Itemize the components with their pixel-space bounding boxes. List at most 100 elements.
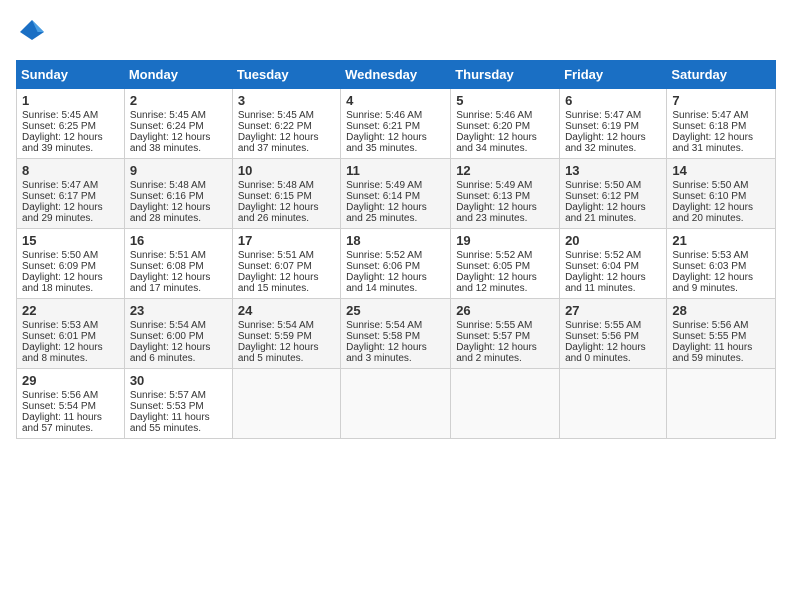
daylight-text: Daylight: 12 hours and 25 minutes.: [346, 202, 427, 224]
day-number: 21: [672, 233, 770, 248]
daylight-text: Daylight: 12 hours and 37 minutes.: [238, 132, 319, 154]
sunrise-text: Sunrise: 5:55 AM: [565, 320, 641, 331]
sunset-text: Sunset: 6:06 PM: [346, 261, 420, 272]
daylight-text: Daylight: 12 hours and 9 minutes.: [672, 272, 753, 294]
calendar-cell: 23Sunrise: 5:54 AMSunset: 6:00 PMDayligh…: [124, 299, 232, 369]
calendar-cell: [451, 369, 560, 439]
sunset-text: Sunset: 6:01 PM: [22, 331, 96, 342]
day-number: 15: [22, 233, 119, 248]
sunset-text: Sunset: 6:20 PM: [456, 121, 530, 132]
sunrise-text: Sunrise: 5:47 AM: [672, 110, 748, 121]
sunrise-text: Sunrise: 5:57 AM: [130, 390, 206, 401]
day-number: 16: [130, 233, 227, 248]
calendar-cell: 11Sunrise: 5:49 AMSunset: 6:14 PMDayligh…: [341, 159, 451, 229]
daylight-text: Daylight: 11 hours and 55 minutes.: [130, 412, 210, 434]
calendar-cell: 5Sunrise: 5:46 AMSunset: 6:20 PMDaylight…: [451, 89, 560, 159]
day-number: 3: [238, 93, 335, 108]
sunset-text: Sunset: 5:53 PM: [130, 401, 204, 412]
day-number: 25: [346, 303, 445, 318]
sunrise-text: Sunrise: 5:50 AM: [565, 180, 641, 191]
calendar-header-monday: Monday: [124, 61, 232, 89]
sunrise-text: Sunrise: 5:52 AM: [565, 250, 641, 261]
day-number: 10: [238, 163, 335, 178]
calendar-cell: 24Sunrise: 5:54 AMSunset: 5:59 PMDayligh…: [232, 299, 340, 369]
sunrise-text: Sunrise: 5:50 AM: [672, 180, 748, 191]
sunrise-text: Sunrise: 5:55 AM: [456, 320, 532, 331]
daylight-text: Daylight: 12 hours and 14 minutes.: [346, 272, 427, 294]
sunrise-text: Sunrise: 5:52 AM: [346, 250, 422, 261]
day-number: 18: [346, 233, 445, 248]
calendar-cell: [232, 369, 340, 439]
day-number: 26: [456, 303, 554, 318]
calendar-cell: 27 Sunrise: 5:55 AMSunset: 5:56 PMDayligh…: [560, 299, 667, 369]
calendar-table: SundayMondayTuesdayWednesdayThursdayFrid…: [16, 60, 776, 439]
sunrise-text: Sunrise: 5:56 AM: [672, 320, 748, 331]
daylight-text: Daylight: 12 hours and 5 minutes.: [238, 342, 319, 364]
sunset-text: Sunset: 6:03 PM: [672, 261, 746, 272]
daylight-text: Daylight: 12 hours and 23 minutes.: [456, 202, 537, 224]
sunset-text: Sunset: 5:55 PM: [672, 331, 746, 342]
day-number: 6: [565, 93, 661, 108]
sunset-text: Sunset: 6:15 PM: [238, 191, 312, 202]
calendar-cell: 25Sunrise: 5:54 AMSunset: 5:58 PMDayligh…: [341, 299, 451, 369]
sunrise-text: Sunrise: 5:48 AM: [130, 180, 206, 191]
sunset-text: Sunset: 5:54 PM: [22, 401, 96, 412]
day-number: 29: [22, 373, 119, 388]
page-header: [16, 16, 776, 48]
sunset-text: Sunset: 6:08 PM: [130, 261, 204, 272]
daylight-text: Daylight: 12 hours and 3 minutes.: [346, 342, 427, 364]
sunset-text: Sunset: 6:19 PM: [565, 121, 639, 132]
calendar-header-sunday: Sunday: [17, 61, 125, 89]
calendar-header-saturday: Saturday: [667, 61, 776, 89]
calendar-cell: 10Sunrise: 5:48 AMSunset: 6:15 PMDayligh…: [232, 159, 340, 229]
daylight-text: Daylight: 12 hours and 26 minutes.: [238, 202, 319, 224]
calendar-cell: 13Sunrise: 5:50 AMSunset: 6:12 PMDayligh…: [560, 159, 667, 229]
daylight-text: Daylight: 12 hours and 18 minutes.: [22, 272, 103, 294]
day-number: 30: [130, 373, 227, 388]
day-number: 22: [22, 303, 119, 318]
calendar-cell: 17Sunrise: 5:51 AMSunset: 6:07 PMDayligh…: [232, 229, 340, 299]
sunset-text: Sunset: 6:05 PM: [456, 261, 530, 272]
calendar-cell: 4Sunrise: 5:46 AMSunset: 6:21 PMDaylight…: [341, 89, 451, 159]
day-number: 13: [565, 163, 661, 178]
daylight-text: Daylight: 12 hours and 17 minutes.: [130, 272, 211, 294]
sunset-text: Sunset: 5:58 PM: [346, 331, 420, 342]
calendar-cell: 2Sunrise: 5:45 AMSunset: 6:24 PMDaylight…: [124, 89, 232, 159]
sunset-text: Sunset: 5:57 PM: [456, 331, 530, 342]
day-number: 12: [456, 163, 554, 178]
calendar-week-1: 1Sunrise: 5:45 AMSunset: 6:25 PMDaylight…: [17, 89, 776, 159]
sunset-text: Sunset: 6:24 PM: [130, 121, 204, 132]
day-number: 27: [565, 303, 661, 318]
sunset-text: Sunset: 5:56 PM: [565, 331, 639, 342]
calendar-cell: [560, 369, 667, 439]
day-number: 23: [130, 303, 227, 318]
day-number: 24: [238, 303, 335, 318]
daylight-text: Daylight: 12 hours and 12 minutes.: [456, 272, 537, 294]
daylight-text: Daylight: 12 hours and 0 minutes.: [565, 342, 646, 364]
daylight-text: Daylight: 11 hours and 59 minutes.: [672, 342, 752, 364]
day-number: 11: [346, 163, 445, 178]
calendar-cell: 7Sunrise: 5:47 AMSunset: 6:18 PMDaylight…: [667, 89, 776, 159]
calendar-cell: 19Sunrise: 5:52 AMSunset: 6:05 PMDayligh…: [451, 229, 560, 299]
calendar-cell: 29Sunrise: 5:56 AMSunset: 5:54 PMDayligh…: [17, 369, 125, 439]
sunset-text: Sunset: 6:21 PM: [346, 121, 420, 132]
sunset-text: Sunset: 6:14 PM: [346, 191, 420, 202]
calendar-cell: [341, 369, 451, 439]
calendar-cell: 16Sunrise: 5:51 AMSunset: 6:08 PMDayligh…: [124, 229, 232, 299]
sunrise-text: Sunrise: 5:53 AM: [672, 250, 748, 261]
sunset-text: Sunset: 5:59 PM: [238, 331, 312, 342]
sunset-text: Sunset: 6:22 PM: [238, 121, 312, 132]
daylight-text: Daylight: 12 hours and 21 minutes.: [565, 202, 646, 224]
sunrise-text: Sunrise: 5:50 AM: [22, 250, 98, 261]
logo: [16, 16, 52, 48]
daylight-text: Daylight: 12 hours and 39 minutes.: [22, 132, 103, 154]
calendar-cell: 22Sunrise: 5:53 AMSunset: 6:01 PMDayligh…: [17, 299, 125, 369]
calendar-week-5: 29Sunrise: 5:56 AMSunset: 5:54 PMDayligh…: [17, 369, 776, 439]
day-number: 14: [672, 163, 770, 178]
daylight-text: Daylight: 12 hours and 28 minutes.: [130, 202, 211, 224]
sunrise-text: Sunrise: 5:47 AM: [565, 110, 641, 121]
sunset-text: Sunset: 6:17 PM: [22, 191, 96, 202]
sunrise-text: Sunrise: 5:51 AM: [238, 250, 314, 261]
daylight-text: Daylight: 12 hours and 38 minutes.: [130, 132, 211, 154]
calendar-cell: 30 Sunrise: 5:57 AMSunset: 5:53 PMDayligh…: [124, 369, 232, 439]
